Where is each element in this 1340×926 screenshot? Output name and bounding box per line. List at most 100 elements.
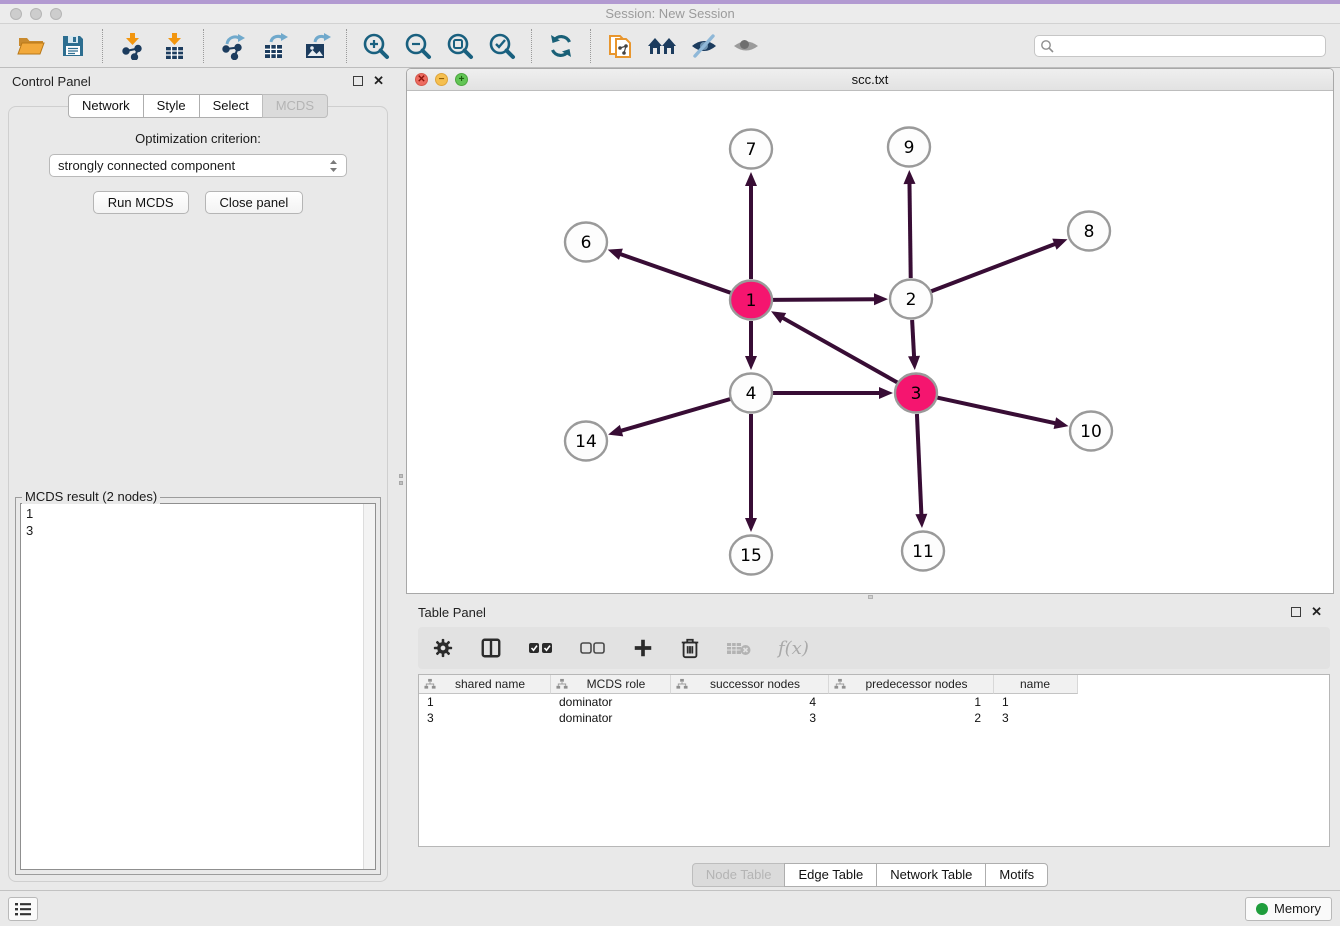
graph-node-4[interactable]: 4 bbox=[730, 374, 772, 413]
cell-shared-name[interactable]: 3 bbox=[419, 710, 551, 726]
graph-node-15[interactable]: 15 bbox=[730, 536, 772, 575]
graph-node-14[interactable]: 14 bbox=[565, 422, 607, 461]
column-header-successor-nodes[interactable]: successor nodes bbox=[671, 675, 829, 694]
task-history-button[interactable] bbox=[8, 897, 38, 921]
zoom-out-button[interactable] bbox=[401, 29, 435, 63]
memory-button[interactable]: Memory bbox=[1245, 897, 1332, 921]
graph-node-9[interactable]: 9 bbox=[888, 128, 930, 167]
close-panel-icon[interactable]: ✕ bbox=[373, 76, 384, 86]
cell-predecessor-nodes[interactable]: 2 bbox=[829, 710, 994, 726]
apply-function-button[interactable]: f(x) bbox=[778, 638, 809, 659]
cell-shared-name[interactable]: 1 bbox=[419, 694, 551, 710]
select-all-columns-button[interactable] bbox=[528, 641, 554, 655]
export-image-button[interactable] bbox=[300, 29, 334, 63]
node-label-3: 3 bbox=[911, 384, 922, 404]
hide-graphics-details-button[interactable] bbox=[687, 29, 721, 63]
node-label-4: 4 bbox=[746, 384, 757, 404]
edge-4-14[interactable] bbox=[620, 399, 731, 431]
search-input[interactable] bbox=[1034, 35, 1326, 57]
export-table-button[interactable] bbox=[258, 29, 292, 63]
node-label-9: 9 bbox=[904, 138, 915, 158]
edge-1-2[interactable] bbox=[772, 299, 876, 300]
table-toolbar: f(x) bbox=[418, 627, 1330, 669]
delete-table-button[interactable] bbox=[726, 639, 752, 657]
float-table-panel-icon[interactable] bbox=[1291, 607, 1301, 617]
edge-3-10[interactable] bbox=[937, 397, 1057, 423]
edge-2-8[interactable] bbox=[931, 243, 1057, 291]
create-column-button[interactable] bbox=[632, 637, 654, 659]
table-tab-edge-table[interactable]: Edge Table bbox=[784, 863, 877, 887]
network-graph[interactable]: 7 9 6 8 1 2 4 3 14 10 15 11 bbox=[407, 91, 1333, 593]
cell-MCDS-role[interactable]: dominator bbox=[551, 710, 671, 726]
cell-name[interactable]: 1 bbox=[994, 694, 1078, 710]
table-row[interactable]: 3dominator323 bbox=[419, 710, 1329, 726]
graph-node-1[interactable]: 1 bbox=[730, 281, 772, 320]
optimization-criterion-label: Optimization criterion: bbox=[9, 131, 387, 146]
refresh-view-button[interactable] bbox=[544, 29, 578, 63]
unselect-all-columns-button[interactable] bbox=[580, 641, 606, 655]
table-row[interactable]: 1dominator411 bbox=[419, 694, 1329, 710]
show-columns-button[interactable] bbox=[480, 637, 502, 659]
vertical-splitter[interactable] bbox=[396, 68, 406, 890]
tab-mcds[interactable]: MCDS bbox=[262, 94, 328, 118]
arrowhead-2-8 bbox=[1052, 239, 1067, 250]
apply-preferred-layout-button[interactable] bbox=[645, 29, 679, 63]
close-table-panel-icon[interactable]: ✕ bbox=[1311, 607, 1322, 617]
result-scrollbar[interactable] bbox=[363, 504, 375, 869]
cell-predecessor-nodes[interactable]: 1 bbox=[829, 694, 994, 710]
attribute-tree-icon bbox=[424, 678, 436, 690]
open-session-button[interactable] bbox=[14, 29, 48, 63]
table-tab-node-table[interactable]: Node Table bbox=[692, 863, 786, 887]
import-network-button[interactable] bbox=[115, 29, 149, 63]
copy-network-view-button[interactable] bbox=[603, 29, 637, 63]
edge-2-3[interactable] bbox=[912, 320, 914, 358]
mcds-result-area[interactable]: 1 3 bbox=[20, 503, 376, 870]
edge-3-11[interactable] bbox=[917, 414, 922, 516]
cell-successor-nodes[interactable]: 3 bbox=[671, 710, 829, 726]
column-header-MCDS-role[interactable]: MCDS role bbox=[551, 675, 671, 694]
zoom-in-button[interactable] bbox=[359, 29, 393, 63]
export-network-button[interactable] bbox=[216, 29, 250, 63]
graph-node-11[interactable]: 11 bbox=[902, 532, 944, 571]
edge-1-6[interactable] bbox=[619, 254, 731, 293]
toolbar-separator bbox=[590, 29, 591, 63]
network-canvas[interactable]: 7 9 6 8 1 2 4 3 14 10 15 11 bbox=[407, 91, 1333, 593]
graph-node-3[interactable]: 3 bbox=[895, 374, 937, 413]
graph-node-10[interactable]: 10 bbox=[1070, 412, 1112, 451]
close-panel-button[interactable]: Close panel bbox=[205, 191, 304, 214]
node-label-11: 11 bbox=[912, 542, 934, 562]
float-panel-icon[interactable] bbox=[353, 76, 363, 86]
zoom-fit-button[interactable] bbox=[443, 29, 477, 63]
cell-name[interactable]: 3 bbox=[994, 710, 1078, 726]
run-mcds-button[interactable]: Run MCDS bbox=[93, 191, 189, 214]
tab-network[interactable]: Network bbox=[68, 94, 144, 118]
save-session-button[interactable] bbox=[56, 29, 90, 63]
edge-3-1[interactable] bbox=[781, 317, 897, 383]
optimization-criterion-select[interactable]: strongly connected component bbox=[49, 154, 347, 177]
zoom-selected-button[interactable] bbox=[485, 29, 519, 63]
main-toolbar bbox=[0, 24, 1340, 68]
graph-node-7[interactable]: 7 bbox=[730, 130, 772, 169]
table-options-button[interactable] bbox=[432, 637, 454, 659]
column-header-name[interactable]: name bbox=[994, 675, 1078, 694]
control-panel-header: Control Panel ✕ bbox=[0, 68, 396, 94]
cell-successor-nodes[interactable]: 4 bbox=[671, 694, 829, 710]
table-tab-network-table[interactable]: Network Table bbox=[876, 863, 986, 887]
graph-node-2[interactable]: 2 bbox=[890, 280, 932, 319]
column-header-predecessor-nodes[interactable]: predecessor nodes bbox=[829, 675, 994, 694]
arrowhead-1-6 bbox=[608, 249, 623, 260]
node-table: shared nameMCDS rolesuccessor nodesprede… bbox=[418, 674, 1330, 847]
cell-MCDS-role[interactable]: dominator bbox=[551, 694, 671, 710]
node-label-15: 15 bbox=[740, 546, 762, 566]
graph-node-8[interactable]: 8 bbox=[1068, 212, 1110, 251]
graph-node-6[interactable]: 6 bbox=[565, 223, 607, 262]
show-graphics-details-button[interactable] bbox=[729, 29, 763, 63]
edge-2-9[interactable] bbox=[909, 182, 910, 278]
trash-icon bbox=[680, 637, 700, 659]
tab-select[interactable]: Select bbox=[199, 94, 263, 118]
delete-columns-button[interactable] bbox=[680, 637, 700, 659]
tab-style[interactable]: Style bbox=[143, 94, 200, 118]
column-header-shared-name[interactable]: shared name bbox=[419, 675, 551, 694]
table-tab-motifs[interactable]: Motifs bbox=[985, 863, 1048, 887]
import-table-button[interactable] bbox=[157, 29, 191, 63]
